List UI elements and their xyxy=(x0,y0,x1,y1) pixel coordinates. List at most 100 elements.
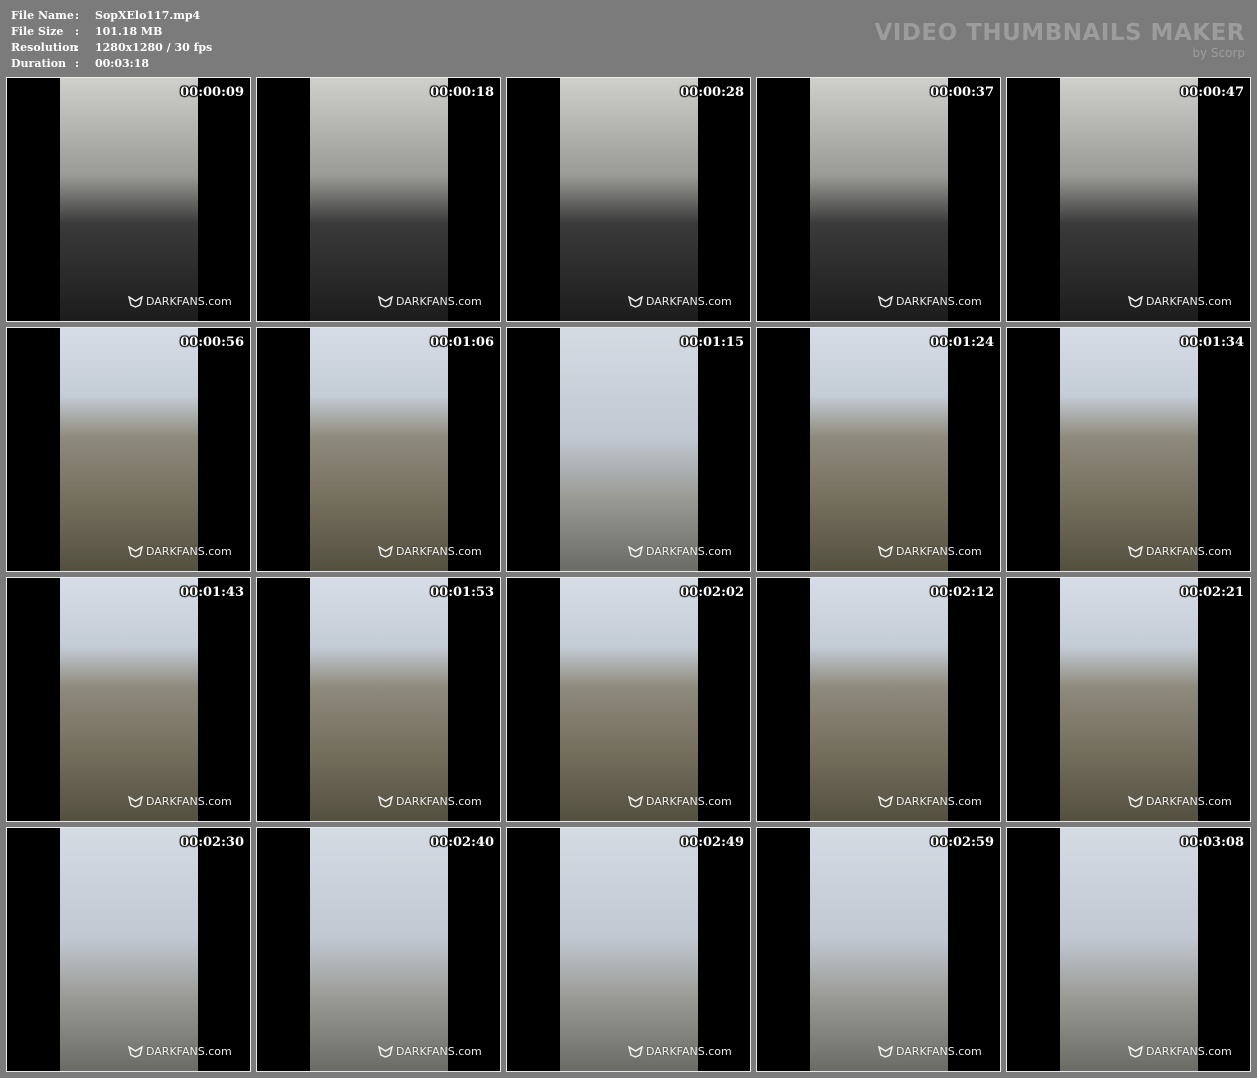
info-key: Resolution xyxy=(11,41,78,54)
thumbnail-frame xyxy=(810,328,948,571)
watermark-icon xyxy=(128,545,143,558)
thumbnail[interactable]: 00:02:59 DARKFANS.com xyxy=(756,827,1001,1072)
thumbnail[interactable]: 00:01:34 DARKFANS.com xyxy=(1006,327,1251,572)
watermark: DARKFANS.com xyxy=(878,295,982,308)
watermark-icon xyxy=(628,295,643,308)
file-info-panel: File Name : SopXElo117.mp4 File Size : 1… xyxy=(11,8,212,72)
watermark: DARKFANS.com xyxy=(1128,1045,1232,1058)
info-row-resolution: Resolution : 1280x1280 / 30 fps xyxy=(11,40,212,56)
thumbnail-timestamp: 00:01:15 xyxy=(680,335,744,350)
thumbnail-frame xyxy=(60,828,198,1071)
watermark-icon xyxy=(628,545,643,558)
thumbnail-frame xyxy=(810,78,948,321)
watermark-icon xyxy=(1128,295,1143,308)
thumbnail[interactable]: 00:02:40 DARKFANS.com xyxy=(256,827,501,1072)
thumbnail-timestamp: 00:02:49 xyxy=(680,835,744,850)
thumbnail-timestamp: 00:01:06 xyxy=(430,335,494,350)
thumbnail[interactable]: 00:00:47 DARKFANS.com xyxy=(1006,77,1251,322)
brand-subtitle: by Scorp xyxy=(1192,46,1245,60)
thumbnail-frame xyxy=(810,578,948,821)
watermark: DARKFANS.com xyxy=(128,1045,232,1058)
watermark-icon xyxy=(1128,1045,1143,1058)
watermark: DARKFANS.com xyxy=(628,795,732,808)
thumbnail-timestamp: 00:00:28 xyxy=(680,85,744,100)
thumbnail[interactable]: 00:01:53 DARKFANS.com xyxy=(256,577,501,822)
info-separator: : xyxy=(75,9,80,22)
watermark-icon xyxy=(628,1045,643,1058)
thumbnail-timestamp: 00:02:02 xyxy=(680,585,744,600)
watermark: DARKFANS.com xyxy=(628,545,732,558)
watermark-text: DARKFANS.com xyxy=(396,295,482,308)
watermark-icon xyxy=(378,795,393,808)
thumbnail-frame xyxy=(310,828,448,1071)
info-key: Duration xyxy=(11,57,67,70)
info-value: 101.18 MB xyxy=(95,25,163,38)
info-key: File Size xyxy=(11,25,64,38)
thumbnail-timestamp: 00:02:21 xyxy=(1180,585,1244,600)
watermark-icon xyxy=(378,295,393,308)
thumbnail-frame xyxy=(1060,828,1198,1071)
thumbnail-timestamp: 00:02:12 xyxy=(930,585,994,600)
thumbnail[interactable]: 00:02:12 DARKFANS.com xyxy=(756,577,1001,822)
thumbnail-timestamp: 00:00:47 xyxy=(1180,85,1244,100)
thumbnail[interactable]: 00:00:18 DARKFANS.com xyxy=(256,77,501,322)
thumbnail[interactable]: 00:00:56 DARKFANS.com xyxy=(6,327,251,572)
thumbnail-timestamp: 00:00:09 xyxy=(180,85,244,100)
thumbnail[interactable]: 00:00:28 DARKFANS.com xyxy=(506,77,751,322)
watermark: DARKFANS.com xyxy=(628,295,732,308)
info-value: SopXElo117.mp4 xyxy=(95,9,201,22)
thumbnail[interactable]: 00:01:15 DARKFANS.com xyxy=(506,327,751,572)
thumbnail-frame xyxy=(60,78,198,321)
info-separator: : xyxy=(75,25,80,38)
thumbnail-frame xyxy=(560,578,698,821)
thumbnail-timestamp: 00:00:56 xyxy=(180,335,244,350)
thumbnail-frame xyxy=(560,78,698,321)
watermark-text: DARKFANS.com xyxy=(646,1045,732,1058)
watermark-text: DARKFANS.com xyxy=(146,295,232,308)
thumbnail[interactable]: 00:02:21 DARKFANS.com xyxy=(1006,577,1251,822)
watermark: DARKFANS.com xyxy=(378,545,482,558)
thumbnail-timestamp: 00:02:30 xyxy=(180,835,244,850)
thumbnail-frame xyxy=(560,328,698,571)
info-separator: : xyxy=(75,57,80,70)
thumbnail[interactable]: 00:01:06 DARKFANS.com xyxy=(256,327,501,572)
watermark: DARKFANS.com xyxy=(1128,295,1232,308)
watermark-text: DARKFANS.com xyxy=(896,545,982,558)
thumbnail-frame xyxy=(310,328,448,571)
watermark-icon xyxy=(128,795,143,808)
watermark-icon xyxy=(378,1045,393,1058)
thumbnail-grid: 00:00:09 DARKFANS.com 00:00:18 DARKFANS.com… xyxy=(6,77,1251,1072)
watermark: DARKFANS.com xyxy=(378,795,482,808)
watermark-text: DARKFANS.com xyxy=(146,1045,232,1058)
thumbnail-frame xyxy=(60,578,198,821)
thumbnail-timestamp: 00:02:40 xyxy=(430,835,494,850)
watermark-text: DARKFANS.com xyxy=(396,1045,482,1058)
thumbnail-timestamp: 00:02:59 xyxy=(930,835,994,850)
thumbnail-timestamp: 00:03:08 xyxy=(1180,835,1244,850)
thumbnail[interactable]: 00:03:08 DARKFANS.com xyxy=(1006,827,1251,1072)
thumbnail[interactable]: 00:00:09 DARKFANS.com xyxy=(6,77,251,322)
thumbnail[interactable]: 00:01:24 DARKFANS.com xyxy=(756,327,1001,572)
thumbnail-timestamp: 00:00:18 xyxy=(430,85,494,100)
watermark-text: DARKFANS.com xyxy=(1146,1045,1232,1058)
info-key: File Name xyxy=(11,9,74,22)
thumbnail-frame xyxy=(1060,578,1198,821)
watermark-icon xyxy=(628,795,643,808)
thumbnail[interactable]: 00:00:37 DARKFANS.com xyxy=(756,77,1001,322)
thumbnail[interactable]: 00:02:49 DARKFANS.com xyxy=(506,827,751,1072)
thumbnail[interactable]: 00:02:30 DARKFANS.com xyxy=(6,827,251,1072)
thumbnail-frame xyxy=(810,828,948,1071)
watermark-icon xyxy=(878,295,893,308)
watermark-icon xyxy=(878,1045,893,1058)
watermark: DARKFANS.com xyxy=(378,295,482,308)
thumbnail-frame xyxy=(60,328,198,571)
watermark: DARKFANS.com xyxy=(128,545,232,558)
watermark-icon xyxy=(128,295,143,308)
thumbnail[interactable]: 00:01:43 DARKFANS.com xyxy=(6,577,251,822)
thumbnail-frame xyxy=(1060,328,1198,571)
watermark: DARKFANS.com xyxy=(128,295,232,308)
info-value: 1280x1280 / 30 fps xyxy=(95,41,213,54)
watermark-text: DARKFANS.com xyxy=(646,545,732,558)
watermark-text: DARKFANS.com xyxy=(896,295,982,308)
thumbnail[interactable]: 00:02:02 DARKFANS.com xyxy=(506,577,751,822)
